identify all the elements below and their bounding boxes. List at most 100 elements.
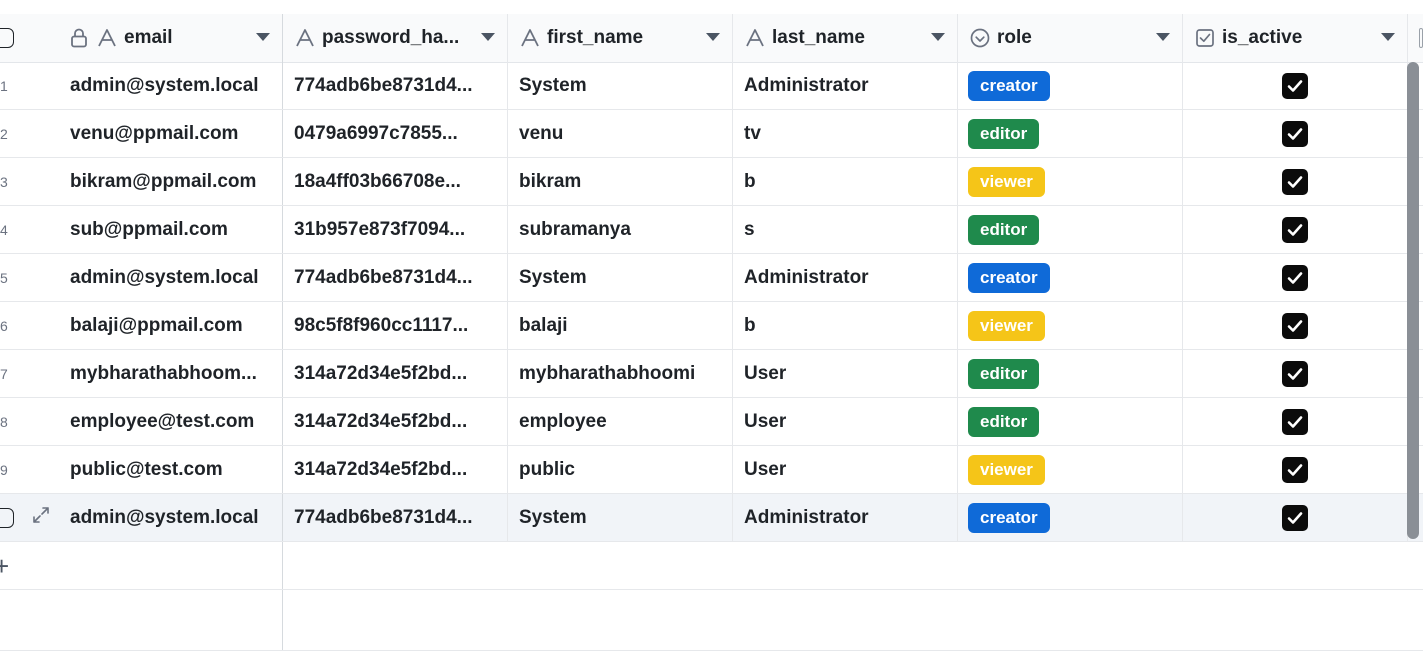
is-active-checkbox[interactable] <box>1281 360 1308 387</box>
row-number-cell[interactable]: 5 <box>0 254 58 301</box>
table-row[interactable]: 8 employee@test.com 314a72d34e5f2bd... empl… <box>0 398 1423 446</box>
cell-first-name[interactable]: venu <box>507 110 732 157</box>
cell-role[interactable]: creator <box>957 254 1182 301</box>
cell-password-hash[interactable]: 774adb6be8731d4... <box>282 494 507 541</box>
is-active-checkbox[interactable] <box>1281 312 1308 339</box>
table-row[interactable]: 1 admin@system.local 774adb6be8731d4... Sys… <box>0 62 1423 110</box>
cell-email[interactable]: sub@ppmail.com <box>58 206 282 253</box>
chevron-down-icon[interactable] <box>706 33 720 41</box>
cell-role[interactable]: editor <box>957 350 1182 397</box>
cell-first-name[interactable]: System <box>507 254 732 301</box>
row-number-cell[interactable]: 4 <box>0 206 58 253</box>
is-active-checkbox[interactable] <box>1281 168 1308 195</box>
cell-role[interactable]: creator <box>957 62 1182 109</box>
select-all-checkbox[interactable] <box>0 28 14 48</box>
table-row[interactable]: 3 bikram@ppmail.com 18a4ff03b66708e... bikr… <box>0 158 1423 206</box>
is-active-checkbox[interactable] <box>1281 408 1308 435</box>
chevron-down-icon[interactable] <box>931 33 945 41</box>
cell-password-hash[interactable]: 0479a6997c7855... <box>282 110 507 157</box>
cell-last-name[interactable]: User <box>732 446 957 493</box>
cell-first-name[interactable]: System <box>507 494 732 541</box>
add-row[interactable]: + <box>0 542 1423 590</box>
column-header-first-name[interactable]: first_name <box>507 14 732 62</box>
table-row[interactable]: 4 sub@ppmail.com 31b957e873f7094... subrama… <box>0 206 1423 254</box>
cell-password-hash[interactable]: 314a72d34e5f2bd... <box>282 398 507 445</box>
is-active-checkbox[interactable] <box>1281 72 1308 99</box>
cell-email[interactable]: balaji@ppmail.com <box>58 302 282 349</box>
cell-last-name[interactable]: Administrator <box>732 62 957 109</box>
row-select-checkbox[interactable] <box>0 507 14 528</box>
cell-email[interactable]: admin@system.local <box>58 494 282 541</box>
cell-last-name[interactable]: User <box>732 350 957 397</box>
vertical-scrollbar[interactable] <box>1407 62 1419 539</box>
expand-row-icon[interactable] <box>30 504 52 531</box>
add-row-button[interactable]: + <box>0 542 40 589</box>
cell-is-active[interactable] <box>1182 494 1407 541</box>
column-header-role[interactable]: role <box>957 14 1182 62</box>
cell-role[interactable]: editor <box>957 110 1182 157</box>
table-row[interactable]: 9 public@test.com 314a72d34e5f2bd... public… <box>0 446 1423 494</box>
cell-last-name[interactable]: Administrator <box>732 494 957 541</box>
is-active-checkbox[interactable] <box>1281 504 1308 531</box>
table-row[interactable]: admin@system.local 774adb6be8731d4... Syst… <box>0 494 1423 542</box>
plus-icon[interactable]: + <box>0 553 9 579</box>
cell-password-hash[interactable]: 18a4ff03b66708e... <box>282 158 507 205</box>
table-row[interactable]: 5 admin@system.local 774adb6be8731d4... Sys… <box>0 254 1423 302</box>
cell-role[interactable]: viewer <box>957 446 1182 493</box>
cell-last-name[interactable]: User <box>732 398 957 445</box>
cell-last-name[interactable]: Administrator <box>732 254 957 301</box>
row-number-cell[interactable]: 7 <box>0 350 58 397</box>
cell-first-name[interactable]: bikram <box>507 158 732 205</box>
cell-role[interactable]: editor <box>957 206 1182 253</box>
row-number-cell[interactable]: 2 <box>0 110 58 157</box>
cell-email[interactable]: mybharathabhoom... <box>58 350 282 397</box>
cell-first-name[interactable]: employee <box>507 398 732 445</box>
chevron-down-icon[interactable] <box>481 33 495 41</box>
cell-is-active[interactable] <box>1182 110 1407 157</box>
row-number-cell[interactable] <box>0 494 58 541</box>
row-number-cell[interactable]: 3 <box>0 158 58 205</box>
row-number-cell[interactable]: 1 <box>0 62 58 109</box>
column-header-email[interactable]: email <box>58 14 282 62</box>
cell-email[interactable]: public@test.com <box>58 446 282 493</box>
cell-role[interactable]: creator <box>957 494 1182 541</box>
chevron-down-icon[interactable] <box>256 33 270 41</box>
column-header-next-partial[interactable] <box>1407 14 1423 62</box>
cell-is-active[interactable] <box>1182 254 1407 301</box>
is-active-checkbox[interactable] <box>1281 216 1308 243</box>
column-header-password-hash[interactable]: password_ha... <box>282 14 507 62</box>
table-row[interactable]: 6 balaji@ppmail.com 98c5f8f960cc1117... bal… <box>0 302 1423 350</box>
table-row[interactable]: 7 mybharathabhoom... 314a72d34e5f2bd... myb… <box>0 350 1423 398</box>
row-number-cell[interactable]: 8 <box>0 398 58 445</box>
cell-last-name[interactable]: tv <box>732 110 957 157</box>
chevron-down-icon[interactable] <box>1381 33 1395 41</box>
table-row[interactable]: 2 venu@ppmail.com 0479a6997c7855... venu tv e… <box>0 110 1423 158</box>
cell-first-name[interactable]: mybharathabhoomi <box>507 350 732 397</box>
cell-email[interactable]: employee@test.com <box>58 398 282 445</box>
cell-is-active[interactable] <box>1182 446 1407 493</box>
cell-first-name[interactable]: public <box>507 446 732 493</box>
cell-last-name[interactable]: b <box>732 302 957 349</box>
cell-role[interactable]: viewer <box>957 302 1182 349</box>
cell-is-active[interactable] <box>1182 398 1407 445</box>
cell-is-active[interactable] <box>1182 302 1407 349</box>
cell-first-name[interactable]: balaji <box>507 302 732 349</box>
cell-role[interactable]: viewer <box>957 158 1182 205</box>
column-header-is-active[interactable]: is_active <box>1182 14 1407 62</box>
cell-is-active[interactable] <box>1182 206 1407 253</box>
row-number-cell[interactable]: 6 <box>0 302 58 349</box>
cell-first-name[interactable]: subramanya <box>507 206 732 253</box>
cell-password-hash[interactable]: 98c5f8f960cc1117... <box>282 302 507 349</box>
cell-password-hash[interactable]: 31b957e873f7094... <box>282 206 507 253</box>
chevron-down-icon[interactable] <box>1156 33 1170 41</box>
cell-is-active[interactable] <box>1182 350 1407 397</box>
is-active-checkbox[interactable] <box>1281 120 1308 147</box>
cell-last-name[interactable]: s <box>732 206 957 253</box>
row-number-cell[interactable]: 9 <box>0 446 58 493</box>
cell-email[interactable]: admin@system.local <box>58 254 282 301</box>
cell-password-hash[interactable]: 314a72d34e5f2bd... <box>282 350 507 397</box>
cell-password-hash[interactable]: 774adb6be8731d4... <box>282 254 507 301</box>
cell-email[interactable]: venu@ppmail.com <box>58 110 282 157</box>
column-header-last-name[interactable]: last_name <box>732 14 957 62</box>
cell-first-name[interactable]: System <box>507 62 732 109</box>
